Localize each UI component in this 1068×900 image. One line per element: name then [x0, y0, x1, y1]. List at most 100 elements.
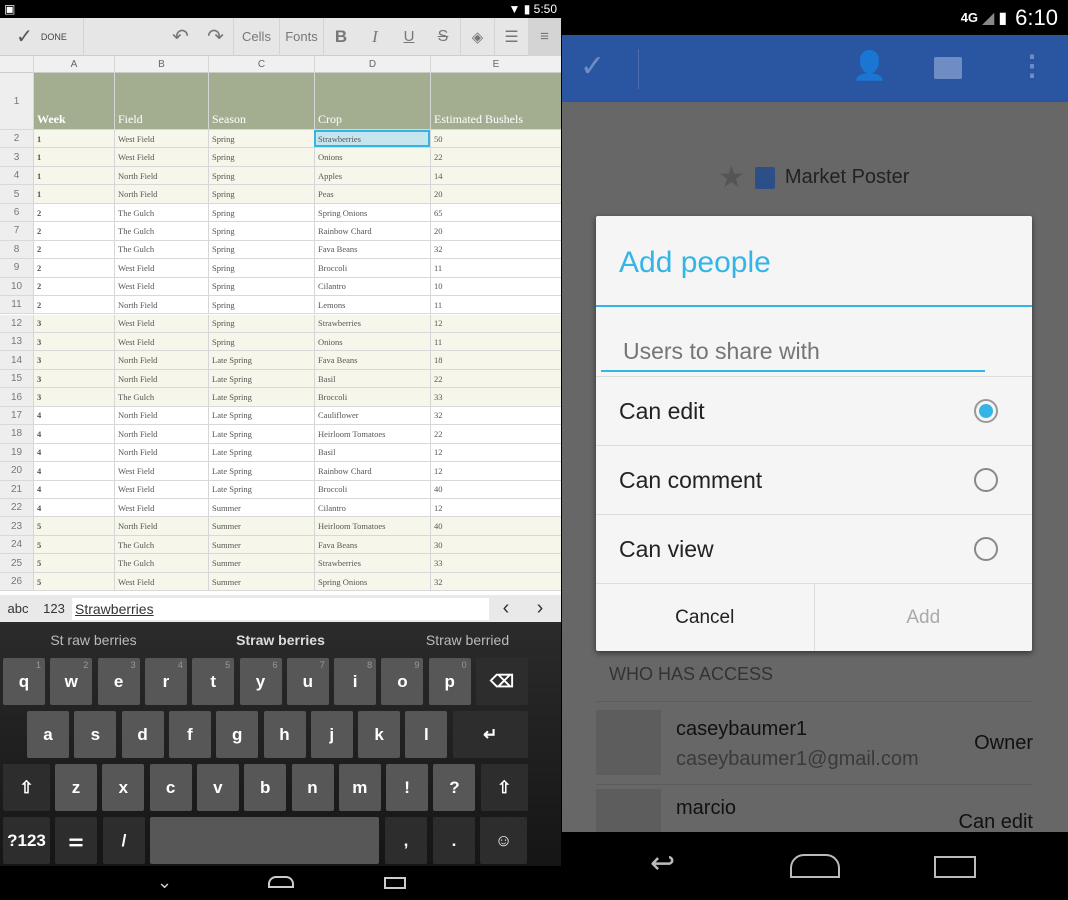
cell[interactable]: 2	[33, 222, 114, 240]
selected-cell[interactable]: Strawberries	[314, 130, 430, 148]
radio[interactable]	[974, 537, 998, 561]
cell[interactable]: Cauliflower	[314, 406, 430, 425]
column-header-d[interactable]: D	[314, 56, 430, 73]
suggestion-primary[interactable]: Straw berries	[187, 632, 374, 648]
done-check-icon[interactable]: ✓	[580, 49, 605, 84]
row-number[interactable]: 13	[0, 332, 33, 351]
cell[interactable]: Late Spring	[208, 443, 314, 462]
cell[interactable]: 22	[430, 425, 561, 443]
cell[interactable]: North Field	[114, 517, 208, 535]
home-icon[interactable]	[790, 854, 840, 878]
cancel-button[interactable]: Cancel	[596, 584, 815, 651]
undo-icon[interactable]: ↶	[163, 18, 198, 56]
option-can-edit[interactable]: Can edit	[596, 376, 1032, 445]
cell[interactable]: 4	[33, 480, 114, 498]
cell[interactable]: Basil	[314, 443, 430, 462]
key-x[interactable]: x	[102, 764, 145, 811]
cell[interactable]: The Gulch	[114, 203, 208, 222]
cell[interactable]: 5	[33, 535, 114, 554]
cell[interactable]: North Field	[114, 185, 208, 203]
cell[interactable]: North Field	[114, 369, 208, 388]
cell[interactable]: 1	[33, 130, 114, 148]
cell[interactable]: 2	[33, 277, 114, 296]
cell[interactable]: 3	[33, 351, 114, 369]
cell[interactable]: Late Spring	[208, 480, 314, 498]
key-u[interactable]: u7	[286, 658, 329, 705]
suggestion[interactable]: St raw berries	[0, 632, 187, 648]
cell[interactable]: North Field	[114, 166, 208, 185]
key-j[interactable]: j	[310, 711, 353, 758]
header-cell[interactable]: Field	[114, 73, 208, 129]
header-cell[interactable]: Week	[33, 73, 114, 129]
cell[interactable]: Peas	[314, 185, 430, 203]
cell[interactable]: 11	[430, 332, 561, 351]
cell[interactable]: West Field	[114, 130, 208, 148]
cell[interactable]: Spring	[208, 314, 314, 332]
key-f[interactable]: f	[168, 711, 211, 758]
cell[interactable]: Summer	[208, 499, 314, 517]
key-e[interactable]: e3	[97, 658, 140, 705]
key-b[interactable]: b	[244, 764, 287, 811]
cell[interactable]: Fava Beans	[314, 240, 430, 259]
person-role[interactable]: Can edit	[959, 811, 1034, 834]
cell[interactable]: Late Spring	[208, 388, 314, 406]
fonts-button[interactable]: Fonts	[279, 17, 323, 56]
key-w[interactable]: w2	[50, 658, 93, 705]
header-cell[interactable]: Crop	[314, 73, 430, 129]
cell[interactable]: Rainbow Chard	[314, 222, 430, 240]
strikethrough-button[interactable]: S	[426, 18, 460, 56]
cell[interactable]: Spring	[208, 166, 314, 185]
key-h[interactable]: h	[263, 711, 306, 758]
key-g[interactable]: g	[216, 711, 259, 758]
key-slash[interactable]: /	[103, 817, 145, 864]
row-number[interactable]: 5	[0, 185, 33, 203]
shift-key[interactable]: ⇧	[3, 764, 50, 811]
wrap-text-icon[interactable]: ≡	[528, 17, 561, 56]
row-number[interactable]: 17	[0, 406, 33, 425]
cell[interactable]: 3	[33, 369, 114, 388]
cell[interactable]: Spring	[208, 296, 314, 314]
cell[interactable]: Spring Onions	[314, 572, 430, 591]
cell[interactable]: 12	[430, 462, 561, 480]
row-number[interactable]: 23	[0, 517, 33, 535]
recents-icon[interactable]	[934, 856, 976, 878]
key-period[interactable]: .	[433, 817, 475, 864]
abc-tab[interactable]: abc	[0, 601, 36, 616]
cell[interactable]: North Field	[114, 296, 208, 314]
cell[interactable]: West Field	[114, 148, 208, 166]
key-t[interactable]: t5	[192, 658, 235, 705]
cell[interactable]: 4	[33, 406, 114, 425]
row-number[interactable]: 21	[0, 480, 33, 498]
cell[interactable]: 2	[33, 203, 114, 222]
key-n[interactable]: n	[291, 764, 334, 811]
cell[interactable]: 4	[33, 462, 114, 480]
underline-button[interactable]: U	[392, 18, 426, 56]
row-number[interactable]: 15	[0, 369, 33, 388]
row-number[interactable]: 18	[0, 425, 33, 443]
cell[interactable]: 4	[33, 499, 114, 517]
cell[interactable]: West Field	[114, 259, 208, 277]
cell[interactable]: Strawberries	[314, 554, 430, 572]
cell[interactable]: Spring	[208, 277, 314, 296]
person-row[interactable]: caseybaumer1 caseybaumer1@gmail.com Owne…	[596, 710, 1033, 776]
cell[interactable]: 1	[33, 148, 114, 166]
key-v[interactable]: v	[196, 764, 239, 811]
cell[interactable]: West Field	[114, 277, 208, 296]
key-m[interactable]: m	[338, 764, 381, 811]
key-s[interactable]: s	[74, 711, 117, 758]
cell[interactable]: 40	[430, 480, 561, 498]
row-number[interactable]: 1	[0, 73, 33, 129]
cell[interactable]: Spring	[208, 130, 314, 148]
cell[interactable]: West Field	[114, 499, 208, 517]
column-header-c[interactable]: C	[208, 56, 314, 73]
cell[interactable]: Heirloom Tomatoes	[314, 517, 430, 535]
cell[interactable]: Basil	[314, 369, 430, 388]
cell-value-input[interactable]: Strawberries	[72, 597, 489, 620]
key-k[interactable]: k	[358, 711, 401, 758]
cell[interactable]: The Gulch	[114, 240, 208, 259]
emoji-key[interactable]: ☺	[480, 817, 527, 864]
cell[interactable]: North Field	[114, 443, 208, 462]
row-number[interactable]: 10	[0, 277, 33, 296]
row-number[interactable]: 24	[0, 535, 33, 554]
row-number[interactable]: 19	[0, 443, 33, 462]
